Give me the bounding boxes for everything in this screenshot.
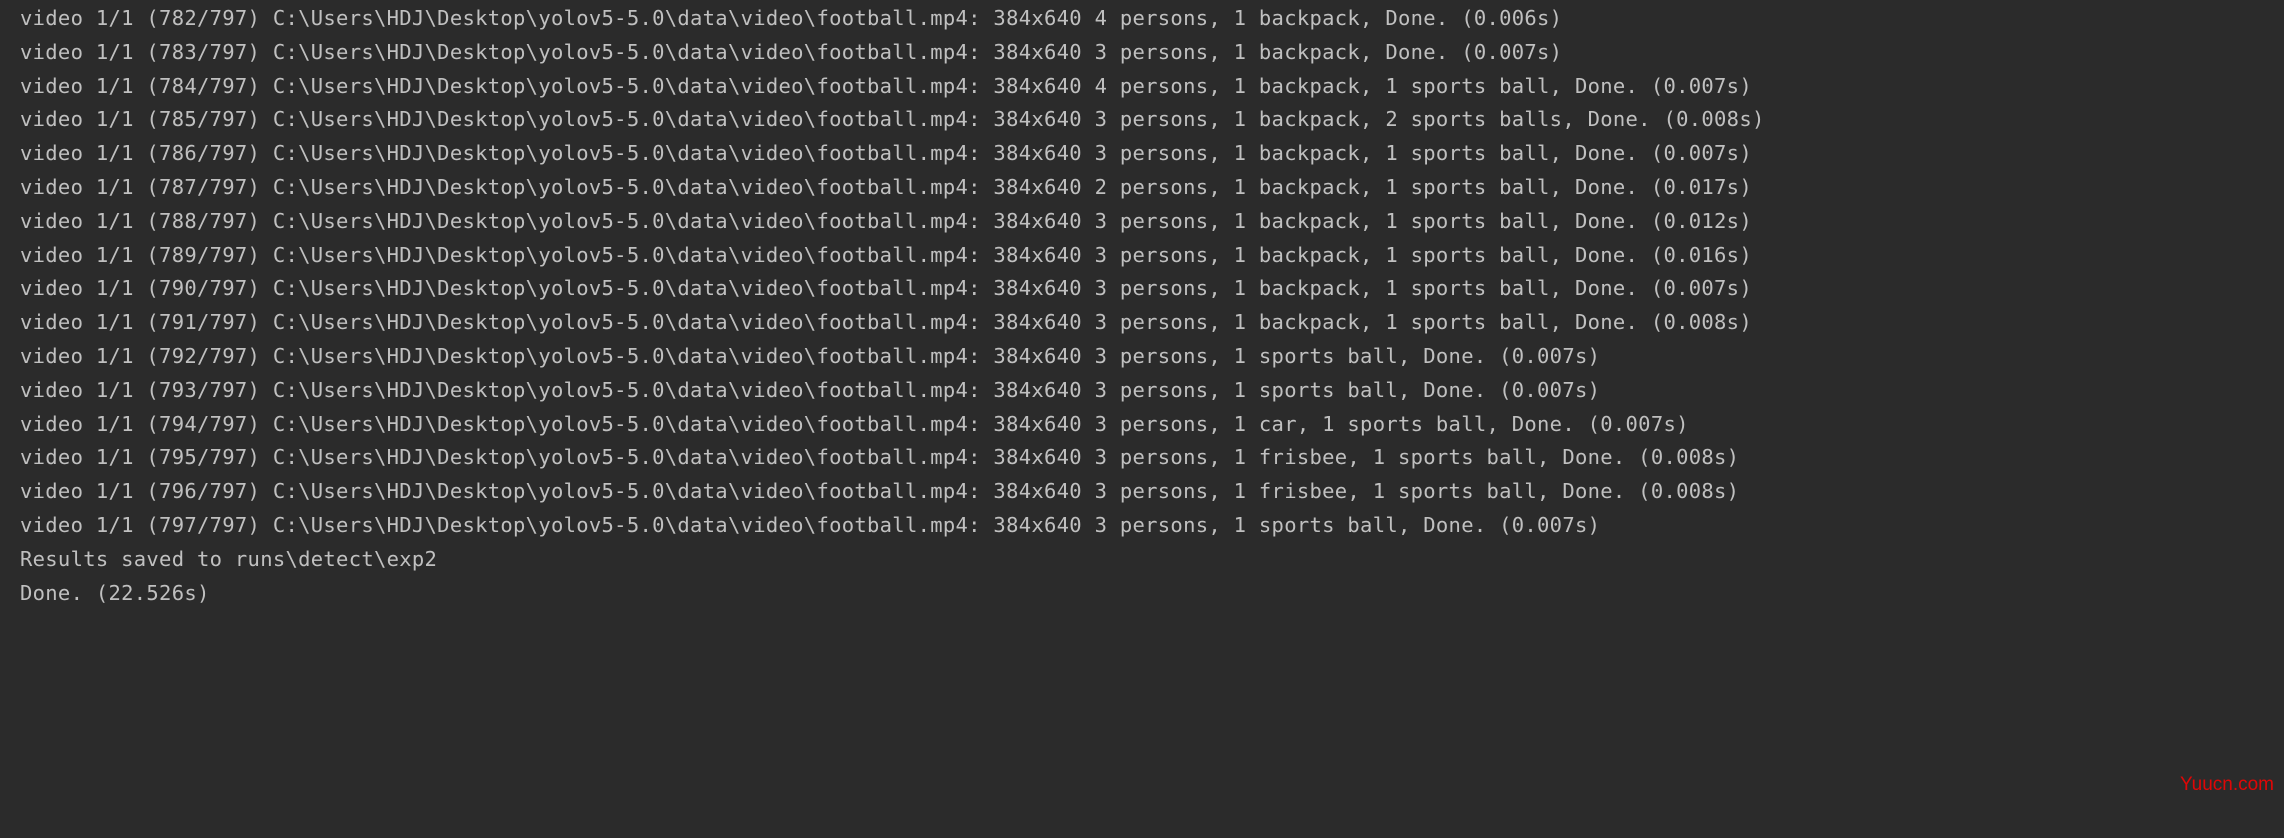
terminal-output: video 1/1 (782/797) C:\Users\HDJ\Desktop… [0,0,2284,610]
watermark: Yuucn.com [2180,774,2274,796]
